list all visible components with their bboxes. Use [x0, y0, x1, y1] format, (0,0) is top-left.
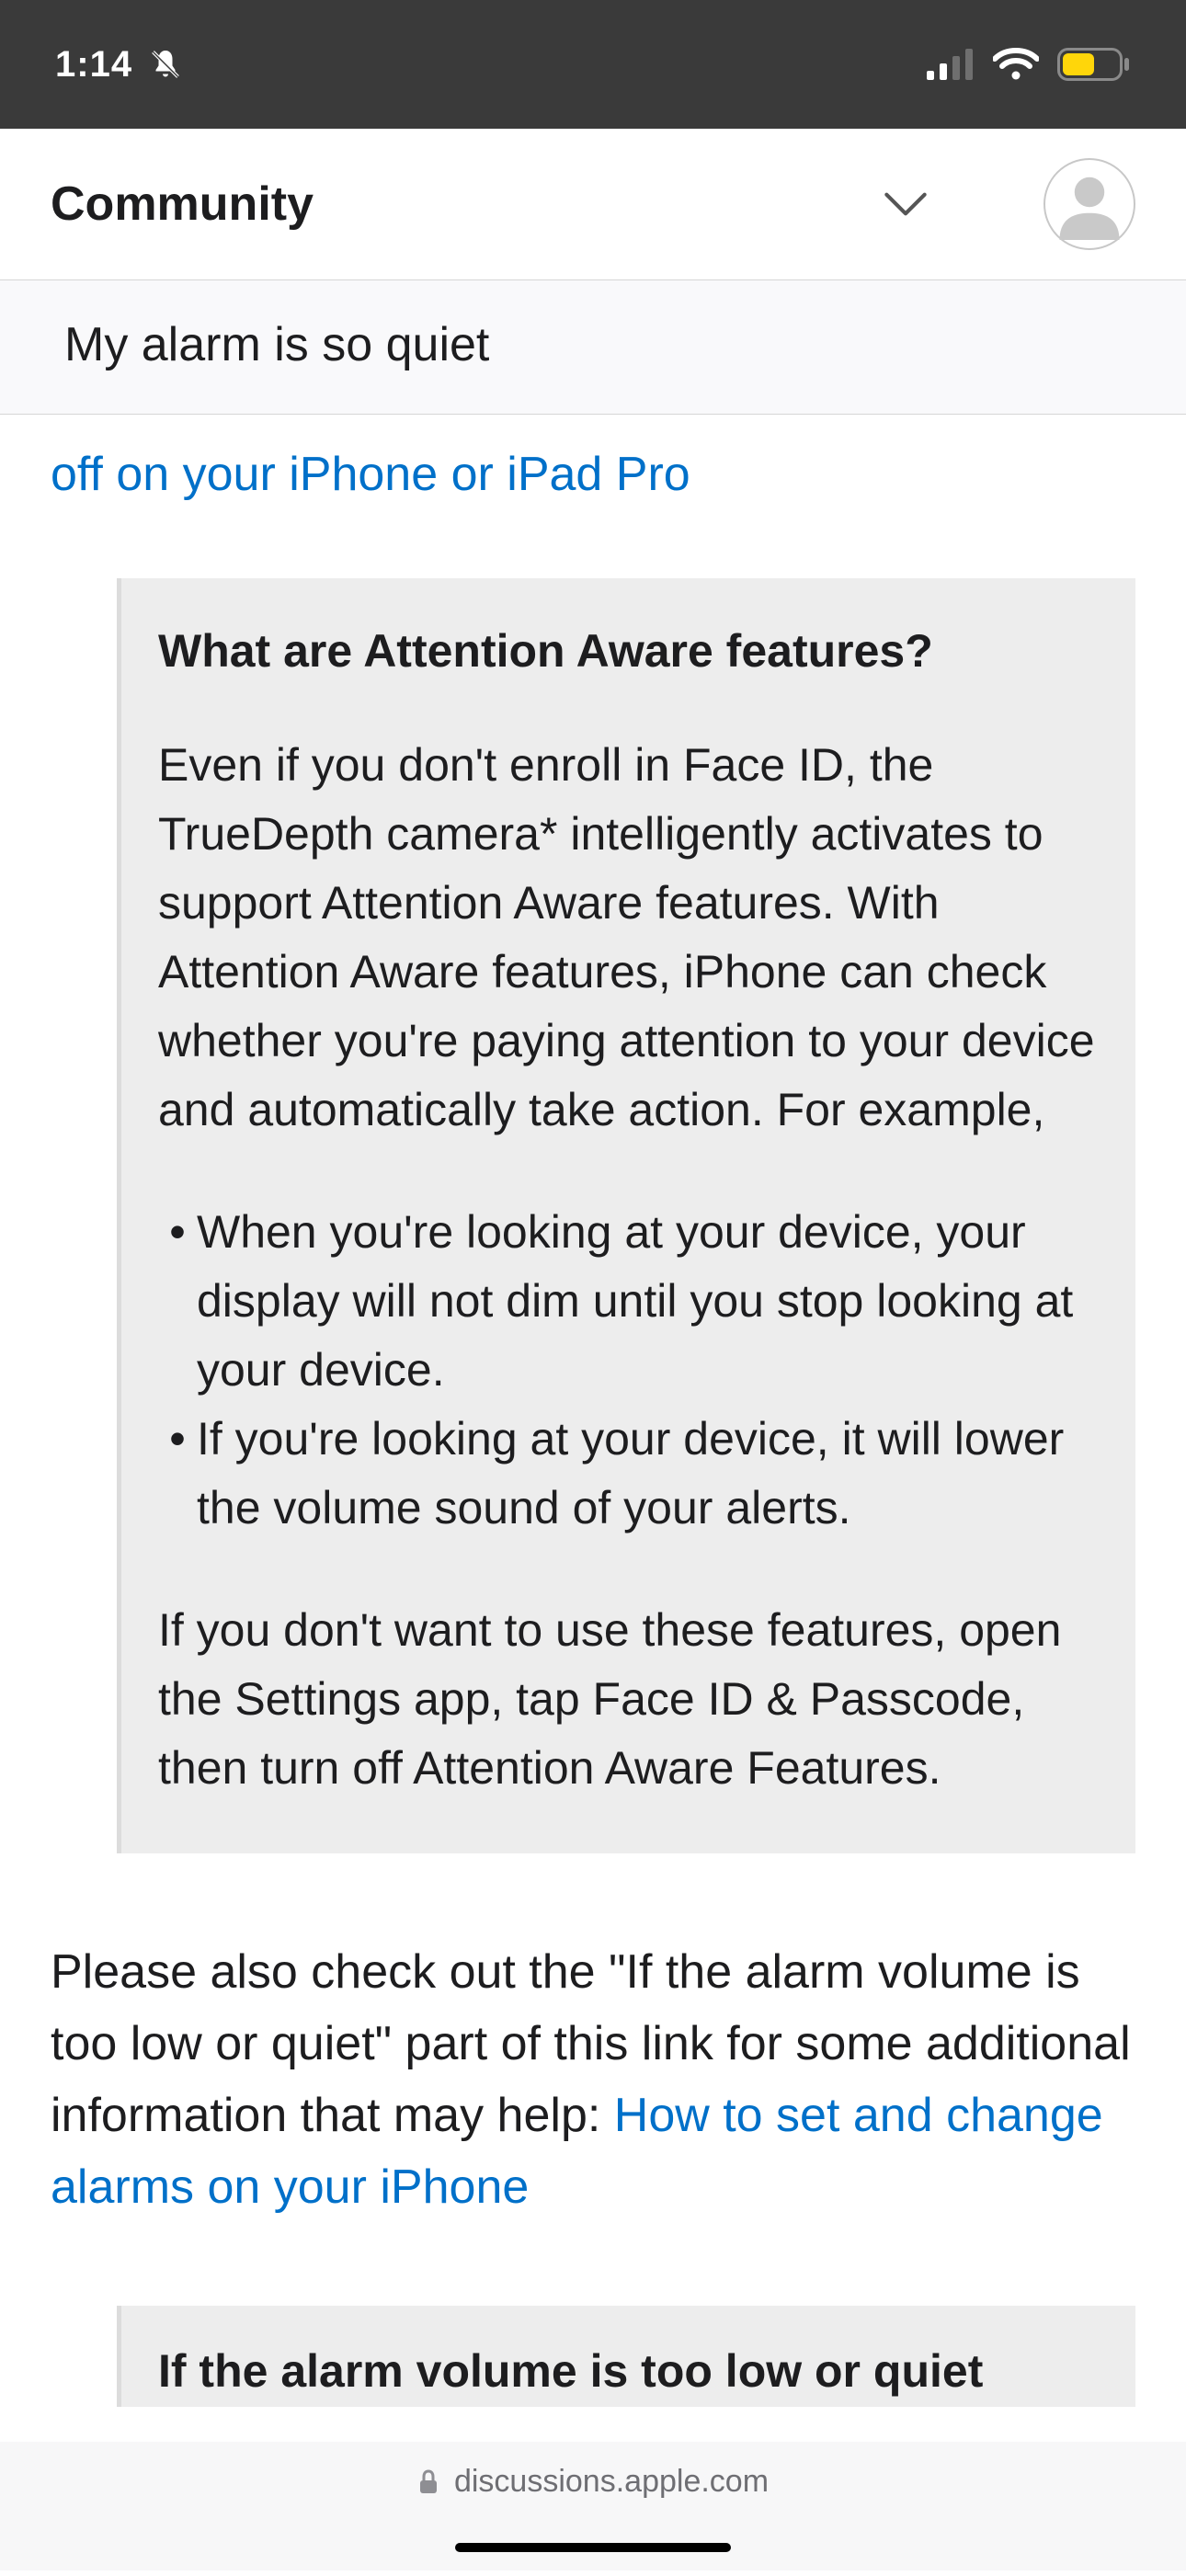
do-not-disturb-icon — [149, 48, 182, 81]
quote-block-alarm-volume: If the alarm volume is too low or quiet — [117, 2306, 1135, 2407]
quote-heading: What are Attention Aware features? — [158, 624, 1099, 678]
quote-paragraph: If you don't want to use these features,… — [158, 1596, 1099, 1803]
bullet-icon: • — [158, 1198, 197, 1267]
thread-title-bar: My alarm is so quiet — [0, 280, 1186, 415]
lock-icon — [417, 2469, 439, 2495]
quote-paragraph: Even if you don't enroll in Face ID, the… — [158, 731, 1099, 1145]
chevron-down-icon — [877, 176, 934, 233]
thread-title: My alarm is so quiet — [64, 318, 489, 371]
browser-toolbar[interactable]: discussions.apple.com — [0, 2442, 1186, 2570]
home-indicator[interactable] — [455, 2543, 731, 2552]
thread-content: off on your iPhone or iPad Pro What are … — [0, 415, 1186, 2407]
nav-bar: Community — [0, 129, 1186, 280]
quote-block-attention-aware: What are Attention Aware features? Even … — [117, 578, 1135, 1853]
continued-link[interactable]: off on your iPhone or iPad Pro — [51, 448, 690, 501]
nav-title: Community — [51, 177, 869, 232]
list-item: • When you're looking at your device, yo… — [158, 1198, 1099, 1405]
status-right — [927, 48, 1131, 81]
person-icon — [1054, 168, 1125, 240]
quote-list: • When you're looking at your device, yo… — [158, 1198, 1099, 1543]
list-item-text: If you're looking at your device, it wil… — [197, 1405, 1099, 1543]
list-item: • If you're looking at your device, it w… — [158, 1405, 1099, 1543]
status-bar: 1:14 — [0, 0, 1186, 129]
list-item-text: When you're looking at your device, your… — [197, 1198, 1099, 1405]
quote-heading: If the alarm volume is too low or quiet — [158, 2344, 1099, 2398]
profile-avatar[interactable] — [1043, 158, 1135, 250]
status-time: 1:14 — [55, 44, 132, 85]
battery-icon — [1057, 48, 1131, 81]
status-left: 1:14 — [55, 44, 182, 85]
dropdown-button[interactable] — [869, 167, 942, 241]
cellular-signal-icon — [927, 49, 975, 80]
url-text: discussions.apple.com — [454, 2464, 769, 2500]
reply-paragraph: Please also check out the "If the alarm … — [51, 1936, 1135, 2223]
wifi-icon — [993, 48, 1039, 81]
bullet-icon: • — [158, 1405, 197, 1474]
